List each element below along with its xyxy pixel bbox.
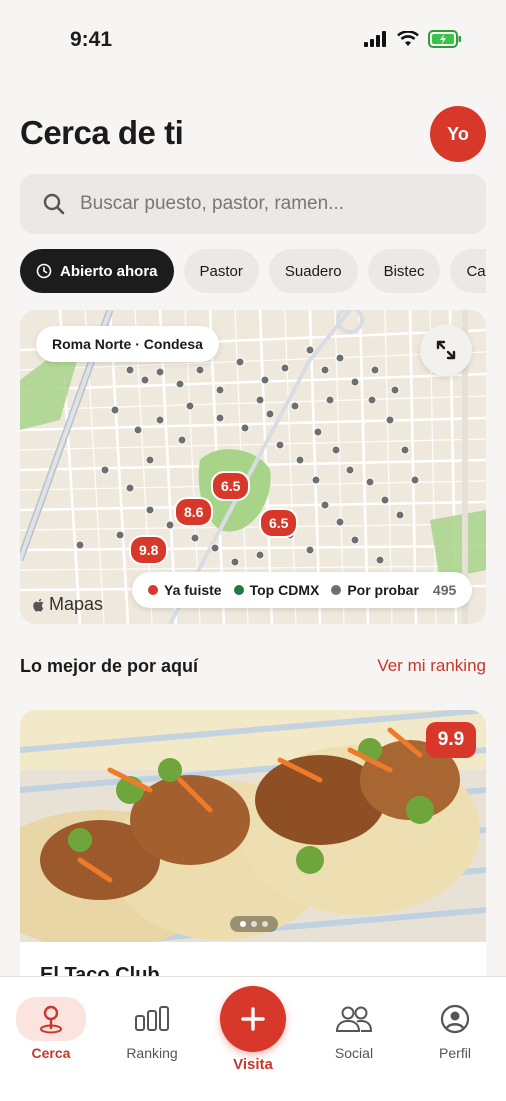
search-input[interactable] [78, 192, 442, 216]
legend-dot-top [233, 585, 244, 595]
search-bar[interactable] [20, 174, 486, 234]
tab-icon-wrap [440, 997, 470, 1041]
people-icon [335, 1006, 373, 1032]
wifi-icon [397, 31, 419, 46]
tab-label: Perfil [439, 1045, 471, 1061]
tab-perfil[interactable]: Perfil [410, 997, 500, 1067]
map-pin-score[interactable]: 6.5 [211, 471, 251, 501]
pagination-dot [240, 921, 246, 927]
featured-score: 9.9 [426, 722, 476, 758]
tab-icon-wrap [16, 997, 86, 1041]
tab-social[interactable]: Social [309, 997, 399, 1067]
avatar[interactable]: Yo [430, 106, 486, 162]
pagination-dot [262, 921, 268, 927]
status-icons [364, 30, 462, 48]
chip-bistec[interactable]: Bistec [367, 249, 441, 293]
chip-label: Abierto ahora [60, 262, 158, 280]
tab-icon-wrap [134, 997, 170, 1041]
tab-ranking[interactable]: Ranking [107, 997, 197, 1067]
map-pin-score[interactable]: 6.5 [259, 508, 299, 538]
pin-icon [40, 1005, 62, 1034]
page-title: Cerca de ti [20, 114, 184, 151]
map-view[interactable]: Roma Norte · Condesa 6.5 8.6 6.5 9.8 Ya … [20, 310, 486, 624]
bars-icon [135, 1006, 169, 1031]
section-header: Lo mejor de por aquí Ver mi ranking [20, 656, 486, 680]
chip-label: Pastor [199, 262, 243, 280]
pagination-dot [251, 921, 257, 927]
chip-carnitas[interactable]: Carnitas [450, 249, 486, 293]
map-pin-score[interactable]: 9.8 [129, 535, 169, 565]
section-title: Lo mejor de por aquí [20, 656, 199, 676]
map-count: 495 [432, 582, 457, 598]
chip-suadero[interactable]: Suadero [268, 249, 358, 293]
map-pin-score[interactable]: 8.6 [174, 497, 214, 527]
photo-pagination[interactable] [230, 916, 278, 932]
add-visit-label: Visita [233, 1056, 273, 1073]
chip-label: Carnitas [466, 262, 486, 280]
header: Cerca de ti Yo [20, 106, 486, 162]
ranking-link[interactable]: Ver mi ranking [377, 656, 486, 676]
filter-chips: Abierto ahora Pastor Suadero Bistec Carn… [20, 249, 486, 295]
apple-icon [33, 598, 44, 611]
chip-label: Suadero [284, 262, 342, 280]
legend-label: Top CDMX [249, 582, 320, 598]
legend-dot-pending [331, 585, 342, 595]
tab-icon-wrap [335, 997, 373, 1041]
legend-label: Por probar [347, 582, 419, 598]
profile-icon [440, 1004, 470, 1034]
featured-photo [20, 710, 486, 942]
search-icon [43, 193, 65, 215]
legend-label: Ya fuiste [164, 582, 222, 598]
tab-label: Social [334, 1045, 374, 1061]
chip-open-now[interactable]: Abierto ahora [20, 249, 174, 293]
status-bar: 9:41 [0, 0, 506, 84]
maps-brand: Mapas [32, 594, 103, 615]
chip-label: Bistec [383, 262, 425, 280]
battery-icon [428, 30, 461, 48]
tab-cerca[interactable]: Cerca [6, 997, 96, 1067]
plus-icon [241, 1007, 265, 1031]
expand-map-button[interactable] [420, 324, 472, 376]
status-time: 9:41 [70, 28, 113, 51]
area-label[interactable]: Roma Norte · Condesa [36, 326, 219, 362]
expand-icon [436, 340, 456, 360]
clock-icon [36, 263, 52, 279]
signal-icon [364, 31, 386, 47]
maps-brand-label: Mapas [49, 594, 104, 614]
tab-label: Cerca [31, 1045, 71, 1061]
add-visit-button[interactable] [220, 986, 286, 1052]
tab-label: Ranking [126, 1045, 178, 1061]
map-legend: Ya fuiste Top CDMX Por probar 495 [132, 572, 473, 608]
chip-pastor[interactable]: Pastor [183, 249, 259, 293]
legend-dot-visited [148, 585, 158, 595]
featured-card[interactable]: 9.9 El Taco Club [20, 710, 486, 1010]
